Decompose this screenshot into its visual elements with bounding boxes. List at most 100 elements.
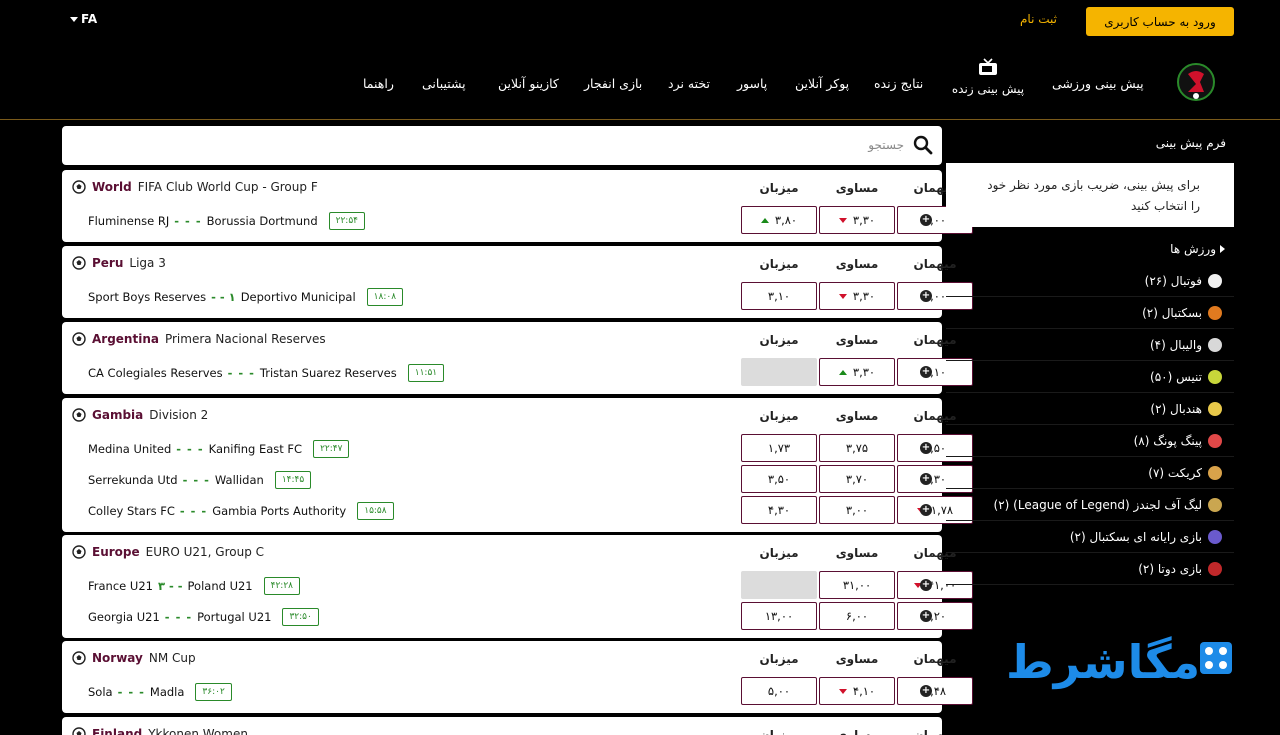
- match-teams[interactable]: Sport Boys Reserves - - ۱ Deportivo Muni…: [88, 288, 404, 306]
- language-selector[interactable]: FA: [70, 12, 97, 26]
- odd-value: ۳,۳۰: [852, 289, 876, 303]
- nav-live-results[interactable]: نتایج زنده: [874, 76, 923, 91]
- odd-button-home[interactable]: ۵,۰۰: [741, 677, 817, 705]
- more-markets-button[interactable]: +: [920, 685, 932, 697]
- sport-label: هندبال (۲): [1150, 402, 1202, 416]
- odd-value: ۶,۰۰: [845, 609, 869, 623]
- svg-text:مگاشرط: مگاشرط: [1006, 635, 1200, 689]
- odd-button-draw[interactable]: ۳,۳۰: [819, 282, 895, 310]
- login-button[interactable]: ورود به حساب کاربری: [1086, 7, 1234, 36]
- nav-crash-game[interactable]: بازی انفجار: [584, 76, 642, 91]
- league-country: World: [92, 180, 132, 194]
- sport-item[interactable]: پینگ پونگ (۸): [946, 425, 1234, 457]
- odd-button-home[interactable]: ۳,۸۰: [741, 206, 817, 234]
- more-markets-button[interactable]: +: [920, 473, 932, 485]
- league-of-legends-icon: [1208, 498, 1222, 512]
- nav-online-poker[interactable]: پوکر آنلاین: [795, 76, 849, 91]
- sport-item[interactable]: تنیس (۵۰): [946, 361, 1234, 393]
- match-teams[interactable]: Medina United - - - Kanifing East FC ۲۲:…: [88, 440, 350, 458]
- nav-pasur[interactable]: پاسور: [737, 76, 767, 91]
- sport-item[interactable]: فوتبال (۲۶): [946, 265, 1234, 297]
- match-row: Colley Stars FC - - - Gambia Ports Autho…: [62, 496, 973, 524]
- more-markets-button[interactable]: +: [920, 579, 932, 591]
- soccer-ball-icon: [72, 332, 86, 346]
- match-teams[interactable]: CA Colegiales Reserves - - - Tristan Sua…: [88, 364, 445, 382]
- odd-button-draw[interactable]: ۶,۰۰: [819, 602, 895, 630]
- nav-backgammon[interactable]: تخته نرد: [668, 76, 710, 91]
- match-teams[interactable]: Colley Stars FC - - - Gambia Ports Autho…: [88, 502, 394, 520]
- league-header: Norway NM Cup: [72, 651, 196, 665]
- odd-button-home: [741, 358, 817, 386]
- match-teams[interactable]: Serrekunda Utd - - - Wallidan ۱۴:۴۵: [88, 471, 312, 489]
- home-team: Fluminense RJ: [88, 214, 170, 228]
- odd-button-draw[interactable]: ۳,۷۵: [819, 434, 895, 462]
- match-row: CA Colegiales Reserves - - - Tristan Sua…: [62, 358, 973, 386]
- odd-button-draw[interactable]: ۳,۳۰: [819, 206, 895, 234]
- odd-button-draw[interactable]: ۳۱,۰۰: [819, 571, 895, 599]
- match-teams[interactable]: Fluminense RJ - - - Borussia Dortmund ۲۲…: [88, 212, 365, 230]
- column-header-home: میزبان: [759, 257, 799, 271]
- match-time-badge: ۱۴:۴۵: [274, 471, 312, 489]
- sport-item[interactable]: والیبال (۴): [946, 329, 1234, 361]
- odd-button-home[interactable]: ۳,۱۰: [741, 282, 817, 310]
- nav-help[interactable]: راهنما: [363, 76, 394, 91]
- bet-slip-title: فرم پیش بینی: [1155, 136, 1226, 150]
- odd-button-draw[interactable]: ۳,۳۰: [819, 358, 895, 386]
- odd-button-away[interactable]: ۱,۲۰: [897, 602, 973, 630]
- column-header-draw: مساوی: [835, 409, 879, 423]
- search-icon[interactable]: [913, 135, 933, 155]
- home-team: Serrekunda Utd: [88, 473, 178, 487]
- register-link[interactable]: ثبت نام: [1020, 12, 1057, 26]
- match-time-badge: ۴۲:۲۸: [263, 577, 301, 595]
- odd-button-away[interactable]: ۱,۴۸: [897, 677, 973, 705]
- ping-pong-icon: [1208, 434, 1222, 448]
- nav-support[interactable]: پشتیبانی: [422, 76, 466, 91]
- league-name: FIFA Club World Cup - Group F: [137, 180, 318, 194]
- sport-item[interactable]: لیگ آف لجندز (League of Legend) (۲): [946, 489, 1234, 521]
- sport-item[interactable]: بازی دوتا (۲): [946, 553, 1234, 585]
- more-markets-button[interactable]: +: [920, 610, 932, 622]
- more-markets-button[interactable]: +: [920, 214, 932, 226]
- more-markets-button[interactable]: +: [920, 290, 932, 302]
- league-header: Argentina Primera Nacional Reserves: [72, 332, 326, 346]
- column-header-home: میزبان: [759, 546, 799, 560]
- main-nav: پیش بینی ورزشی پیش بینی زنده نتایج زنده …: [0, 44, 1280, 120]
- nav-sports-betting[interactable]: پیش بینی ورزشی: [1052, 76, 1144, 91]
- more-markets-button[interactable]: +: [920, 366, 932, 378]
- bet-slip-hint: برای پیش بینی، ضریب بازی مورد نظر خود را…: [946, 163, 1234, 227]
- odd-button-home[interactable]: ۱,۷۳: [741, 434, 817, 462]
- odd-button-home[interactable]: ۴,۳۰: [741, 496, 817, 524]
- odd-button-draw[interactable]: ۳,۷۰: [819, 465, 895, 493]
- sport-label: بازی رایانه ای بسکتبال (۲): [1069, 530, 1202, 544]
- sport-item[interactable]: بازی رایانه ای بسکتبال (۲): [946, 521, 1234, 553]
- column-header-away: میهمان: [913, 728, 957, 735]
- match-row: Serrekunda Utd - - - Wallidan ۱۴:۴۵ ۳,۵۰…: [62, 465, 973, 493]
- sport-item[interactable]: کریکت (۷): [946, 457, 1234, 489]
- odd-value: ۵,۰۰: [767, 684, 791, 698]
- league-country: Finland: [92, 727, 143, 735]
- match-teams[interactable]: Sola - - - Madla ۳۶:۰۲: [88, 683, 232, 701]
- odd-button-home[interactable]: ۱۳,۰۰: [741, 602, 817, 630]
- column-header-draw: مساوی: [835, 257, 879, 271]
- nav-live-betting[interactable]: پیش بینی زنده: [948, 58, 1028, 96]
- more-markets-button[interactable]: +: [920, 504, 932, 516]
- site-logo[interactable]: [1174, 60, 1218, 104]
- away-team: Gambia Ports Authority: [212, 504, 347, 518]
- column-header-away: میهمان: [913, 652, 957, 666]
- odd-button-draw[interactable]: ۳,۰۰: [819, 496, 895, 524]
- match-teams[interactable]: Georgia U21 - - - Portugal U21 ۳۲:۵۰: [88, 608, 319, 626]
- column-header-home: میزبان: [759, 728, 799, 735]
- nav-online-casino[interactable]: کازینو آنلاین: [498, 76, 559, 91]
- odd-button-home[interactable]: ۳,۵۰: [741, 465, 817, 493]
- search-input[interactable]: [74, 134, 904, 156]
- match-row: Sola - - - Madla ۳۶:۰۲ ۵,۰۰ ۴,۱۰ ۱,۴۸ +: [62, 677, 973, 705]
- soccer-ball-icon: [72, 180, 86, 194]
- column-header-draw: مساوی: [835, 728, 879, 735]
- sports-header[interactable]: ورزش ها: [1100, 242, 1225, 256]
- odd-button-draw[interactable]: ۴,۱۰: [819, 677, 895, 705]
- more-markets-button[interactable]: +: [920, 442, 932, 454]
- match-teams[interactable]: France U21 ۳ - - Poland U21 ۴۲:۲۸: [88, 577, 301, 595]
- sport-item[interactable]: بسکتبال (۲): [946, 297, 1234, 329]
- match-score: - - -: [182, 473, 210, 487]
- sport-item[interactable]: هندبال (۲): [946, 393, 1234, 425]
